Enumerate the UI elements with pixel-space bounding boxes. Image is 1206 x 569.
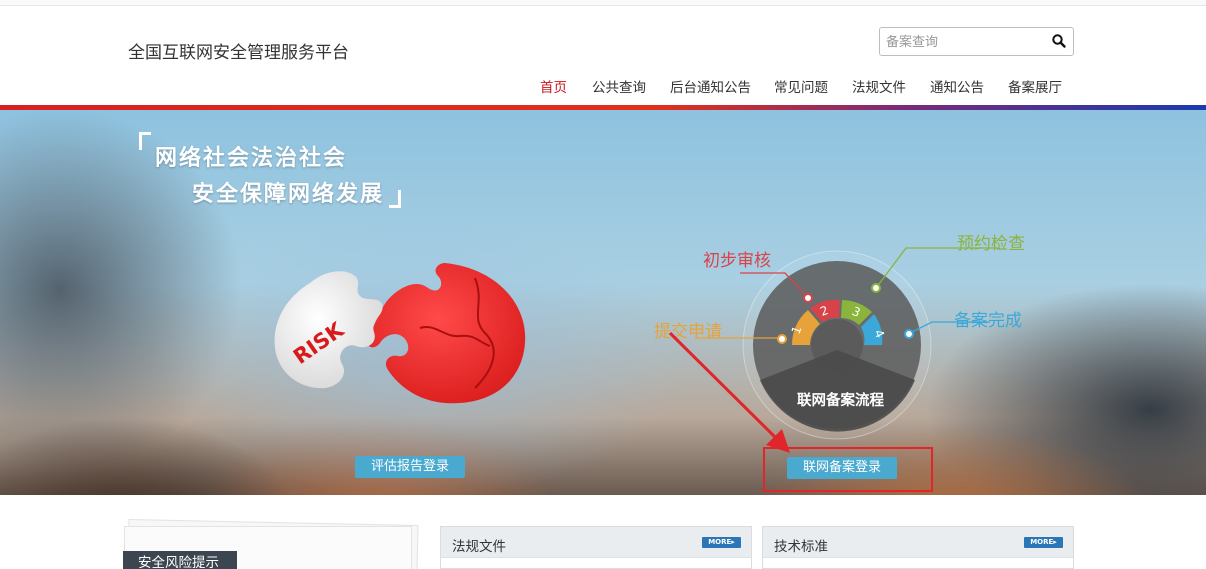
regulations-more-button[interactable]: MORE▸ [702, 537, 741, 548]
step-label-initial-review: 初步审核 [703, 251, 771, 271]
browser-bookmark-bar [0, 0, 1206, 6]
nav-item-public-query[interactable]: 公共查询 [592, 76, 646, 96]
slogan-bracket-close [389, 190, 401, 208]
annotation-highlight-box [763, 447, 933, 492]
step-label-record-complete: 备案完成 [954, 311, 1022, 331]
more-label: MORE [708, 538, 732, 546]
search-input[interactable] [886, 32, 1046, 52]
annotation-arrow [668, 331, 790, 453]
nav-item-regulations[interactable]: 法规文件 [852, 76, 906, 96]
eval-report-login-button[interactable]: 评估报告登录 [355, 456, 465, 478]
search-icon[interactable] [1051, 33, 1067, 49]
site-title[interactable]: 全国互联网安全管理服务平台 [128, 38, 349, 63]
slogan-bracket-open [139, 132, 151, 150]
regulations-card: 法规文件 MORE▸ [440, 526, 752, 569]
regulations-card-title: 法规文件 [452, 539, 506, 555]
hero-banner: 网络社会法治社会 安全保障网络发展 RISK 1 2 3 4 联网备案流程 初步… [0, 110, 1206, 495]
nav-item-faq[interactable]: 常见问题 [774, 76, 828, 96]
regulations-card-header: 法规文件 MORE▸ [441, 527, 751, 558]
step-label-schedule-inspection: 预约检查 [957, 234, 1025, 254]
slogan-line-1: 网络社会法治社会 [155, 146, 348, 171]
page: 全国互联网安全管理服务平台 首页 公共查询 后台通知公告 常见问题 法规文件 通… [0, 0, 1206, 569]
nav-item-home[interactable]: 首页 [540, 76, 567, 96]
nav-item-backend-notices[interactable]: 后台通知公告 [670, 76, 751, 96]
tech-standards-more-button[interactable]: MORE▸ [1024, 537, 1063, 548]
tech-standards-card: 技术标准 MORE▸ [762, 526, 1074, 569]
more-label: MORE [1030, 538, 1054, 546]
risk-notice-tab[interactable]: 安全风险提示 [123, 551, 237, 569]
tech-standards-card-title: 技术标准 [774, 539, 828, 555]
slogan-line-2: 安全保障网络发展 [192, 182, 385, 207]
risk-puzzle-illustration: RISK [274, 263, 526, 404]
nav-item-record-hall[interactable]: 备案展厅 [1008, 76, 1062, 96]
nav-item-notices[interactable]: 通知公告 [930, 76, 984, 96]
tech-standards-card-header: 技术标准 MORE▸ [763, 527, 1073, 558]
risk-notice-panel: 安全风险提示 [122, 518, 419, 569]
search-box[interactable] [879, 27, 1074, 56]
